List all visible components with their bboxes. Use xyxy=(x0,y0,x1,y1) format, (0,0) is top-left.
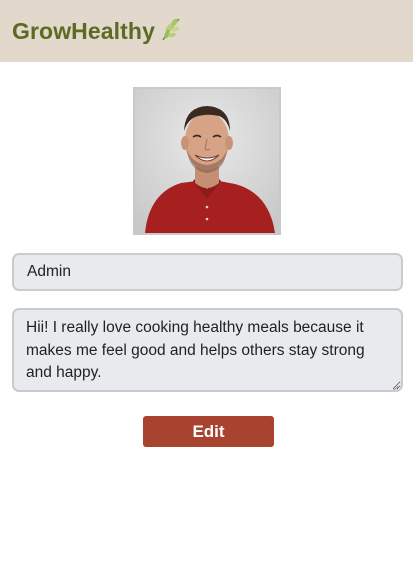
leaf-icon xyxy=(159,16,183,42)
edit-button[interactable]: Edit xyxy=(143,416,274,447)
profile-photo xyxy=(133,87,281,235)
name-field[interactable]: Admin xyxy=(12,253,403,291)
bio-textarea[interactable]: Hii! I really love cooking healthy meals… xyxy=(12,308,403,392)
app-header: GrowHealthy xyxy=(0,0,413,62)
brand-title[interactable]: GrowHealthy xyxy=(12,18,155,45)
bio-text: Hii! I really love cooking healthy meals… xyxy=(26,319,365,381)
resize-handle-icon[interactable] xyxy=(390,379,399,390)
